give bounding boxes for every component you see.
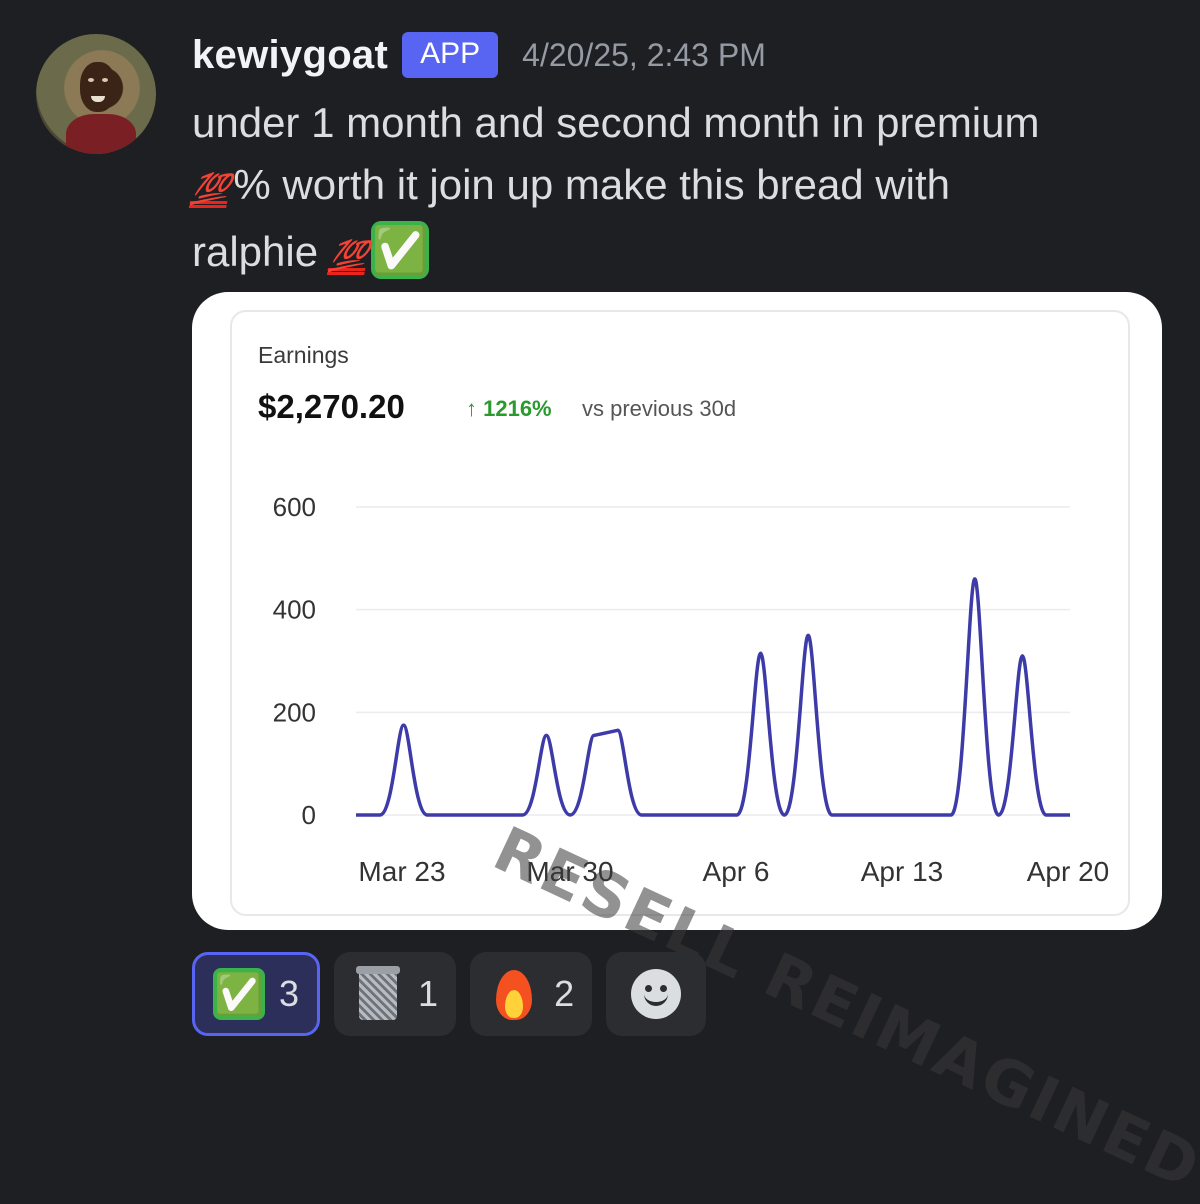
check-mark-icon: ✅ (213, 968, 265, 1020)
reactions-bar: ✅ 3 1 2 (192, 952, 706, 1036)
username[interactable]: kewiygoat (192, 33, 388, 78)
reaction-count: 2 (554, 973, 574, 1015)
x-tick-label: Apr 13 (861, 856, 944, 887)
x-tick-label: Apr 6 (703, 856, 770, 887)
y-tick-label: 0 (302, 800, 316, 830)
x-tick-label: Apr 20 (1027, 856, 1110, 887)
message-line: 💯% worth it join up make this bread with (192, 154, 1152, 221)
x-tick-label: Mar 30 (526, 856, 613, 887)
reaction-fire[interactable]: 2 (470, 952, 592, 1036)
reaction-check[interactable]: ✅ 3 (192, 952, 320, 1036)
message-content: under 1 month and second month in premiu… (192, 92, 1152, 288)
app-tag: APP (402, 32, 498, 78)
hundred-points-icon: 💯 (187, 159, 235, 221)
message-header: kewiygoat APP 4/20/25, 2:43 PM (192, 30, 766, 80)
user-avatar[interactable] (36, 34, 156, 154)
y-tick-label: 400 (273, 595, 316, 625)
reaction-wastebasket[interactable]: 1 (334, 952, 456, 1036)
avatar-eye (102, 78, 108, 82)
add-reaction-button[interactable] (606, 952, 706, 1036)
reaction-count: 1 (418, 973, 438, 1015)
reaction-count: 3 (279, 973, 299, 1015)
y-tick-label: 200 (273, 697, 316, 727)
fire-icon (488, 968, 540, 1020)
wastebasket-icon (352, 968, 404, 1020)
message-line: under 1 month and second month in premiu… (192, 92, 1152, 154)
avatar-eye (88, 78, 94, 82)
timestamp[interactable]: 4/20/25, 2:43 PM (522, 37, 766, 74)
avatar-face (80, 62, 116, 112)
hundred-points-icon: 💯 (324, 226, 372, 288)
attachment-image[interactable]: Earnings $2,270.20 ↑ 1216% vs previous 3… (192, 292, 1162, 930)
avatar-shirt (66, 114, 136, 154)
earnings-series-line (356, 579, 1070, 815)
earnings-chart: 600 400 200 0 Mar 23 Mar 30 Apr 6 Apr 13 Apr 20 (192, 292, 1162, 930)
message-text: % worth it join up make this bread with (233, 161, 950, 208)
x-tick-label: Mar 23 (358, 856, 445, 887)
message-text: ralphie (192, 228, 318, 275)
y-tick-label: 600 (273, 492, 316, 522)
smiley-icon (631, 969, 681, 1019)
message-line: ralphie 💯✅ (192, 221, 1152, 288)
check-mark-icon: ✅ (371, 221, 429, 279)
